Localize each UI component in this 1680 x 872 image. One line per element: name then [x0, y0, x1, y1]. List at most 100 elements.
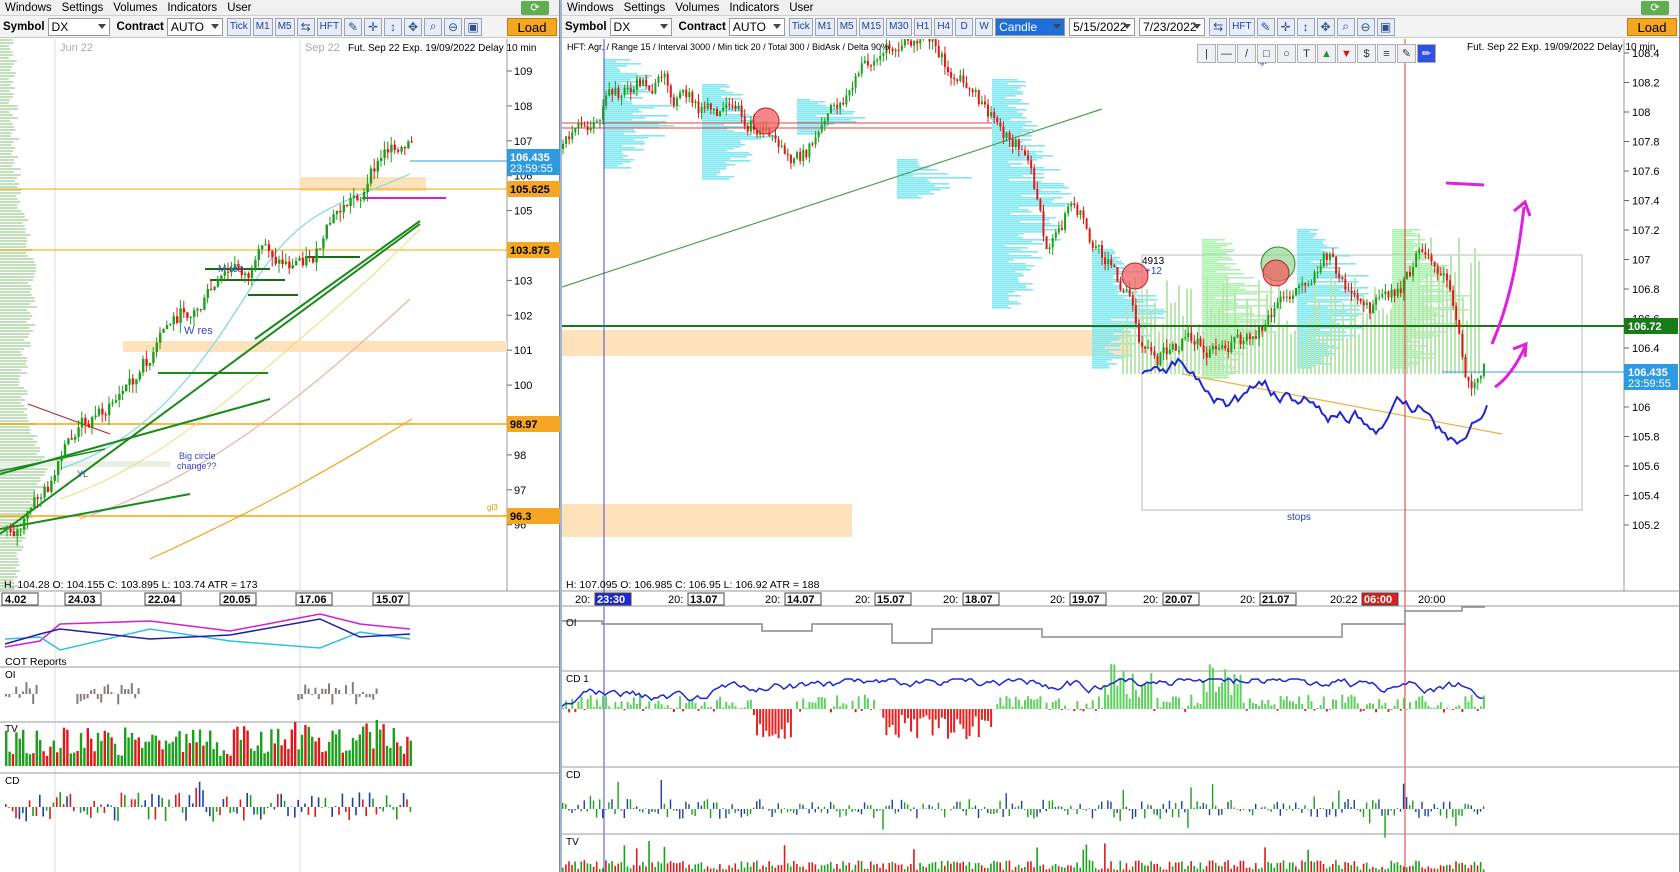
load-button[interactable]: Load	[507, 18, 557, 36]
zoom-out-icon[interactable]: ⊖	[444, 17, 463, 36]
camera-icon[interactable]: ▣	[464, 17, 483, 36]
price-axis[interactable]: 108.4108.2108107.8107.6107.4107.2107106.…	[1624, 48, 1660, 532]
tf-w-button[interactable]: W	[975, 17, 994, 36]
candle-body	[213, 286, 216, 290]
draw-tool-3-icon[interactable]: □	[1257, 44, 1276, 63]
tv-bar	[385, 745, 389, 766]
volume-profile-bar	[992, 155, 1054, 157]
menu-indicators[interactable]: Indicators	[162, 2, 222, 14]
draw-tool-1-icon[interactable]: —	[1217, 44, 1236, 63]
menu-user[interactable]: User	[222, 2, 256, 14]
volume-profile-bar	[0, 174, 21, 176]
volume-profile-bar	[0, 459, 43, 461]
cd-bar	[144, 800, 146, 807]
left-chart-area[interactable]: Jun 22 Sep 22 Fut. Sep 22 Exp. 19/09/202…	[0, 39, 560, 872]
volume-profile-bar	[992, 81, 1026, 83]
draw-tool-4-icon[interactable]: ○	[1277, 44, 1296, 63]
hft-button[interactable]: HFT	[316, 17, 343, 36]
symbol-select[interactable]: DX	[609, 17, 672, 36]
draw-tool-8-icon[interactable]: $	[1357, 44, 1376, 63]
delta-profile-bar	[1322, 335, 1324, 374]
volume-profile-bar	[992, 255, 1032, 257]
zoom-out-icon[interactable]: ⊖	[1356, 17, 1375, 36]
price-axis[interactable]: 10910810710610510410310210110099989796	[507, 66, 532, 532]
candle-body	[1359, 299, 1362, 302]
tv-bar	[396, 742, 399, 766]
tf-m5-button[interactable]: M5	[274, 17, 295, 36]
sync-icon[interactable]: ⟳	[521, 1, 549, 15]
cd1-bar	[1159, 707, 1162, 709]
resize-icon[interactable]: ↕	[384, 17, 403, 36]
contract-select[interactable]: AUTO	[728, 17, 785, 36]
cd-bar	[793, 809, 795, 814]
tf-d-button[interactable]: D	[955, 17, 974, 36]
camera-icon[interactable]: ▣	[1376, 17, 1395, 36]
chart-type-select[interactable]: Candle	[995, 17, 1066, 36]
hft-button[interactable]: HFT	[1229, 17, 1255, 36]
date-from-picker[interactable]: 5/15/2022	[1069, 17, 1136, 36]
tv-bar	[127, 737, 130, 766]
volume-profile-bar	[604, 165, 618, 167]
zoom-icon[interactable]: ⌕	[424, 17, 443, 36]
pen-icon[interactable]: ✎	[344, 17, 363, 36]
tf-m15-button[interactable]: M15	[858, 17, 885, 36]
cd1-bar	[672, 709, 675, 713]
menu-windows[interactable]: Windows	[562, 2, 619, 14]
resize-icon[interactable]: ↕	[1296, 17, 1315, 36]
menu-settings[interactable]: Settings	[57, 2, 109, 14]
volume-profile-bar	[0, 246, 27, 248]
tf-h1-button[interactable]: H1	[913, 17, 933, 36]
tf-m5-button[interactable]: M5	[836, 17, 857, 36]
tf-tick-button[interactable]: Tick	[788, 17, 813, 36]
volume-profile-bar	[992, 239, 1061, 241]
tf-h4-button[interactable]: H4	[934, 17, 954, 36]
menu-volumes[interactable]: Volumes	[670, 2, 724, 14]
menu-windows[interactable]: Windows	[0, 2, 57, 14]
draw-tool-6-icon[interactable]: ▲	[1317, 44, 1336, 63]
draw-tool-10-icon[interactable]: ✎	[1397, 44, 1416, 63]
draw-tool-9-icon[interactable]: ≡	[1377, 44, 1396, 63]
tv-bar	[345, 750, 348, 766]
cd-bar	[1002, 809, 1004, 818]
tv-bar	[283, 739, 287, 766]
volume-profile-bar	[0, 417, 28, 419]
crosshair-icon[interactable]: ✛	[1276, 17, 1295, 36]
tf-tick-button[interactable]: Tick	[226, 17, 251, 36]
cd-bar	[42, 807, 44, 817]
draw-tool-0-icon[interactable]: |	[1197, 44, 1216, 63]
date-axis[interactable]: 4.02 24.03 22.04 20.05 17.06 15.07	[1, 592, 410, 606]
candle-body	[1295, 287, 1298, 296]
symbol-select[interactable]: DX	[47, 17, 110, 36]
volume-profile-bar	[992, 241, 1033, 243]
cd-bar	[682, 809, 684, 819]
oi-bar	[15, 686, 18, 694]
link-icon[interactable]: ⇆	[1209, 17, 1228, 36]
link-icon[interactable]: ⇆	[296, 17, 315, 36]
draw-tool-5-icon[interactable]: T	[1297, 44, 1316, 63]
delta-profile-bar	[1438, 266, 1440, 374]
menu-volumes[interactable]: Volumes	[108, 2, 162, 14]
candle-body	[934, 39, 937, 47]
crosshair-icon[interactable]: ✛	[364, 17, 383, 36]
menu-indicators[interactable]: Indicators	[724, 2, 784, 14]
menu-settings[interactable]: Settings	[619, 2, 671, 14]
candle-body	[1375, 297, 1378, 305]
tf-m1-button[interactable]: M1	[814, 17, 835, 36]
move-icon[interactable]: ✥	[404, 17, 423, 36]
sync-icon[interactable]: ⟳	[1641, 1, 1669, 15]
draw-tool-2-icon[interactable]: /	[1237, 44, 1256, 63]
move-icon[interactable]: ✥	[1316, 17, 1335, 36]
draw-tool-11-icon[interactable]: ✏	[1417, 44, 1436, 63]
draw-tool-7-icon[interactable]: ▼	[1337, 44, 1356, 63]
pen-icon[interactable]: ✎	[1256, 17, 1275, 36]
menu-user[interactable]: User	[784, 2, 818, 14]
right-chart-area[interactable]: 4913 +12 stops lgt HFT: Agr. / Range 15 …	[562, 39, 1680, 872]
date-to-picker[interactable]: 7/23/2022	[1139, 17, 1206, 36]
tf-m30-button[interactable]: M30	[886, 17, 912, 36]
volume-profile-bar	[0, 159, 14, 161]
tf-m1-button[interactable]: M1	[252, 17, 273, 36]
zoom-icon[interactable]: ⌕	[1336, 17, 1355, 36]
contract-select[interactable]: AUTO	[166, 17, 223, 36]
date-axis[interactable]: 20: 23:30 20: 13.07 20: 14.07 20: 15.07 20: 18.07…	[575, 592, 1446, 606]
load-button[interactable]: Load	[1627, 18, 1677, 36]
